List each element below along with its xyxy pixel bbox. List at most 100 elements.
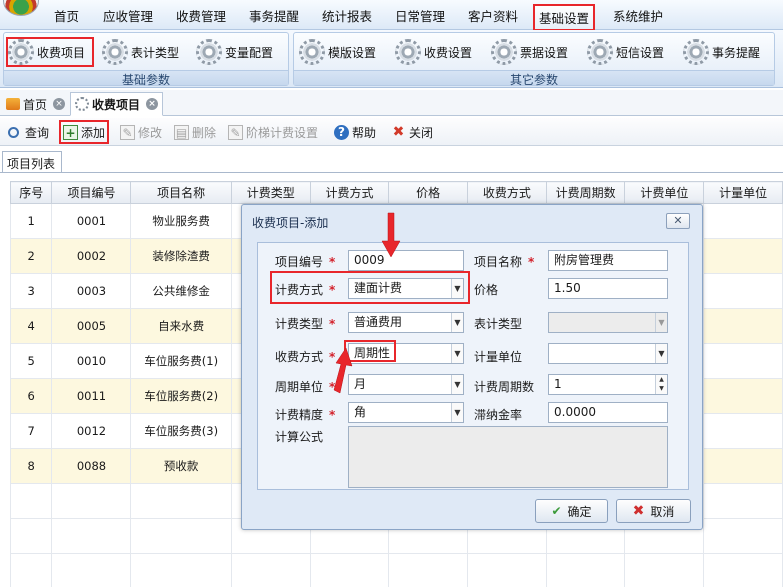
dialog-form: 项目编号 * 0009 项目名称 * 附房管理费 计费方式 * 建面计费 ▼ 价格 1… (257, 242, 689, 490)
menu-reminders[interactable]: 事务提醒 (249, 6, 299, 25)
close-icon[interactable]: × (146, 98, 159, 110)
cell-name: 车位服务费(1) (130, 343, 232, 379)
meter-type-select[interactable]: ▼ (548, 312, 668, 333)
close-icon[interactable]: × (53, 98, 66, 110)
charge-items-button[interactable]: 收费项目 (6, 37, 94, 67)
close-icon: ✖ (392, 123, 405, 140)
stepper-arrows-icon[interactable]: ▲ ▼ (655, 375, 667, 394)
template-settings-label: 模版设置 (328, 45, 377, 60)
menu-receivables[interactable]: 应收管理 (103, 6, 153, 25)
tab-home[interactable]: 首页 × (2, 92, 69, 116)
measure-unit-select[interactable]: ▼ (548, 343, 668, 364)
gear-icon (683, 39, 709, 65)
reminder-settings-button[interactable]: 事务提醒 (683, 37, 760, 67)
tiered-billing-button[interactable]: ✎ 阶梯计费设置 (228, 122, 318, 142)
col-measure-unit[interactable]: 计量单位 (703, 181, 783, 204)
col-charge-method[interactable]: 收费方式 (467, 181, 547, 204)
sms-settings-button[interactable]: 短信设置 (587, 37, 664, 67)
app-logo-icon (3, 0, 39, 16)
menu-charges[interactable]: 收费管理 (176, 6, 226, 25)
gear-icon (102, 39, 128, 65)
delete-button[interactable]: ▤ 删除 (174, 122, 216, 142)
cell-index: 6 (9, 378, 53, 414)
menu-customers[interactable]: 客户资料 (468, 6, 518, 25)
chevron-down-icon[interactable]: ▼ (451, 403, 463, 422)
template-settings-button[interactable]: 模版设置 (299, 37, 376, 67)
gear-icon (395, 39, 421, 65)
col-period-count[interactable]: 计费周期数 (545, 181, 626, 204)
query-button[interactable]: 查询 (8, 122, 49, 142)
chevron-down-icon[interactable]: ▼ (451, 313, 463, 332)
add-icon: + (63, 124, 78, 140)
cancel-label: 取消 (650, 504, 675, 519)
meter-type-button[interactable]: 表计类型 (102, 37, 179, 67)
col-price[interactable]: 价格 (388, 181, 469, 204)
cell-code: 0010 (51, 343, 132, 379)
cell-index: 4 (9, 308, 53, 344)
measure-unit-label: 计量单位 (474, 350, 523, 364)
price-input[interactable]: 1.50 (548, 278, 668, 299)
charge-settings-button[interactable]: 收费设置 (395, 37, 472, 67)
receipt-settings-button[interactable]: 票据设置 (491, 37, 568, 67)
edit-label: 修改 (138, 125, 163, 140)
formula-textarea[interactable] (348, 426, 668, 488)
variable-config-button[interactable]: 变量配置 (196, 37, 273, 67)
menu-daily[interactable]: 日常管理 (395, 6, 445, 25)
meter-type-label: 表计类型 (474, 317, 523, 331)
billing-type-select[interactable]: 普通费用 ▼ (348, 312, 464, 333)
menu-basic-settings[interactable]: 基础设置 (533, 4, 596, 31)
help-button[interactable]: ? 帮助 (334, 122, 376, 142)
gear-icon (196, 39, 222, 65)
cancel-button[interactable]: ✖ 取消 (616, 499, 691, 523)
meter-type-label: 表计类型 (131, 45, 180, 60)
query-label: 查询 (25, 125, 50, 140)
cell-name: 装修除渣费 (130, 238, 232, 274)
tiered-billing-label: 阶梯计费设置 (246, 125, 319, 140)
col-index[interactable]: 序号 (9, 181, 53, 204)
cell-code: 0002 (51, 238, 132, 274)
list-tab[interactable]: 项目列表 (2, 151, 62, 173)
cell-code: 0001 (51, 203, 132, 239)
dialog-close-button[interactable]: ✕ (666, 213, 690, 229)
menu-system-maintenance[interactable]: 系统维护 (613, 6, 663, 25)
cell-index: 7 (9, 413, 53, 449)
check-icon: ✔ (551, 504, 562, 518)
edit-button[interactable]: ✎ 修改 (120, 122, 162, 142)
close-label: 关闭 (409, 125, 434, 140)
cell-name: 车位服务费(2) (130, 378, 232, 414)
col-billing-method[interactable]: 计费方式 (309, 181, 390, 204)
tab-charge-items[interactable]: 收费项目 × (70, 92, 164, 116)
code-input[interactable]: 0009 (348, 250, 464, 271)
name-input[interactable]: 附房管理费 (548, 250, 668, 271)
charge-settings-label: 收费设置 (424, 45, 473, 60)
dialog-title: 收费项目-添加 (252, 216, 329, 230)
toolbar: 查询 + 添加 ✎ 修改 ▤ 删除 ✎ 阶梯计费设置 ? 帮助 ✖ 关闭 (0, 118, 783, 146)
chevron-down-icon[interactable]: ▼ (451, 375, 463, 394)
gear-icon (8, 39, 34, 65)
chevron-down-icon[interactable]: ▼ (655, 344, 667, 363)
precision-select[interactable]: 角 ▼ (348, 402, 464, 423)
gear-icon (491, 39, 517, 65)
period-unit-select[interactable]: 月 ▼ (348, 374, 464, 395)
period-count-stepper[interactable]: 1 ▲ ▼ (548, 374, 668, 395)
close-button[interactable]: ✖ 关闭 (391, 122, 433, 142)
cell-index: 3 (9, 273, 53, 309)
name-label: 项目名称 * (474, 255, 535, 269)
chevron-down-icon[interactable]: ▼ (451, 344, 463, 363)
billing-type-value: 普通费用 (354, 315, 403, 329)
col-name[interactable]: 项目名称 (130, 181, 232, 204)
menu-reports[interactable]: 统计报表 (322, 6, 372, 25)
add-button[interactable]: + 添加 (59, 120, 110, 144)
ok-button[interactable]: ✔ 确定 (535, 499, 608, 523)
menu-home[interactable]: 首页 (54, 6, 79, 25)
chevron-down-icon: ▼ (655, 313, 667, 332)
sms-settings-label: 短信设置 (616, 45, 665, 60)
variable-config-label: 变量配置 (225, 45, 274, 60)
late-fee-rate-input[interactable]: 0.0000 (548, 402, 668, 423)
col-billing-type[interactable]: 计费类型 (230, 181, 311, 204)
ribbon-group-other: 模版设置 收费设置 票据设置 短信设置 事务提醒 其它参数 (293, 32, 775, 87)
col-billing-unit[interactable]: 计费单位 (624, 181, 705, 204)
cell-index: 2 (9, 238, 53, 274)
col-code[interactable]: 项目编号 (51, 181, 132, 204)
settings-doc-icon: ✎ (228, 124, 243, 140)
